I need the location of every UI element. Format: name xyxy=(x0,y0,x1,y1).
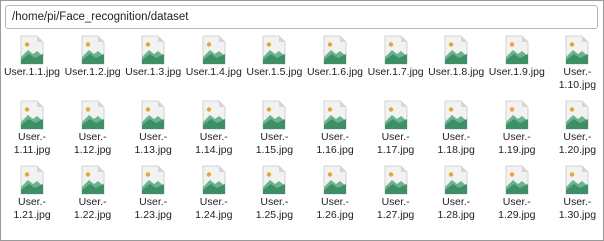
file-name-label: User.1.7.jpg xyxy=(367,66,424,78)
image-file-icon xyxy=(505,165,529,195)
image-file-icon xyxy=(565,165,589,195)
file-name-label: User.- 1.30.jpg xyxy=(558,196,597,221)
file-name-label: User.- 1.12.jpg xyxy=(73,131,112,156)
image-file-icon xyxy=(565,35,589,65)
file-name-label: User.1.9.jpg xyxy=(488,66,545,78)
file-item[interactable]: User.- 1.19.jpg xyxy=(487,100,547,157)
image-file-icon xyxy=(141,165,165,195)
file-item[interactable]: User.1.5.jpg xyxy=(244,35,304,79)
image-file-icon xyxy=(202,35,226,65)
file-item[interactable]: User.- 1.25.jpg xyxy=(244,165,304,222)
image-file-icon xyxy=(384,100,407,130)
file-icon-grid[interactable]: User.1.1.jpg User.1.2.jpg User.1.3.jpg User… xyxy=(1,35,601,239)
image-file-icon xyxy=(384,165,407,195)
file-name-label: User.- 1.25.jpg xyxy=(255,196,294,221)
file-name-label: User.- 1.11.jpg xyxy=(13,131,51,156)
file-name-label: User.1.3.jpg xyxy=(125,66,182,78)
file-item[interactable]: User.- 1.12.jpg xyxy=(63,100,123,157)
image-file-icon xyxy=(505,35,529,65)
image-file-icon xyxy=(262,100,286,130)
file-name-label: User.- 1.14.jpg xyxy=(195,131,233,156)
image-file-icon xyxy=(20,165,44,195)
file-item[interactable]: User.- 1.17.jpg xyxy=(366,100,426,157)
image-file-icon xyxy=(323,35,347,65)
file-item[interactable]: User.- 1.11.jpg xyxy=(2,100,62,157)
file-item[interactable]: User.- 1.10.jpg xyxy=(547,35,601,92)
image-file-icon xyxy=(323,165,347,195)
file-name-label: User.- 1.20.jpg xyxy=(558,131,597,156)
file-name-label: User.- 1.29.jpg xyxy=(498,196,536,221)
image-file-icon xyxy=(384,35,407,65)
file-name-label: User.- 1.27.jpg xyxy=(376,196,415,221)
file-item[interactable]: User.- 1.14.jpg xyxy=(184,100,244,157)
file-item[interactable]: User.1.8.jpg xyxy=(426,35,486,79)
file-item[interactable]: User.- 1.13.jpg xyxy=(123,100,183,157)
file-item[interactable]: User.1.4.jpg xyxy=(184,35,244,79)
file-item[interactable]: User.1.2.jpg xyxy=(63,35,123,79)
image-file-icon xyxy=(81,100,104,130)
file-item[interactable]: User.- 1.28.jpg xyxy=(426,165,486,222)
file-name-label: User.- 1.21.jpg xyxy=(13,196,51,221)
file-name-label: User.1.5.jpg xyxy=(246,66,303,78)
image-file-icon xyxy=(444,165,468,195)
file-item[interactable]: User.- 1.21.jpg xyxy=(2,165,62,222)
file-item[interactable]: User.1.1.jpg xyxy=(2,35,62,79)
file-item[interactable]: User.- 1.22.jpg xyxy=(63,165,123,222)
file-name-label: User.- 1.28.jpg xyxy=(437,196,475,221)
image-file-icon xyxy=(20,35,44,65)
file-name-label: User.- 1.19.jpg xyxy=(498,131,536,156)
file-name-label: User.- 1.16.jpg xyxy=(316,131,354,156)
vertical-scrollbar[interactable] xyxy=(599,34,602,239)
file-name-label: User.- 1.26.jpg xyxy=(316,196,354,221)
image-file-icon xyxy=(323,100,347,130)
file-name-label: User.- 1.23.jpg xyxy=(134,196,172,221)
file-item[interactable]: User.- 1.18.jpg xyxy=(426,100,486,157)
image-file-icon xyxy=(20,100,44,130)
image-file-icon xyxy=(262,35,286,65)
image-file-icon xyxy=(81,35,104,65)
file-name-label: User.- 1.13.jpg xyxy=(134,131,172,156)
file-item[interactable]: User.- 1.27.jpg xyxy=(366,165,426,222)
file-item[interactable]: User.- 1.26.jpg xyxy=(305,165,365,222)
file-name-label: User.- 1.17.jpg xyxy=(376,131,415,156)
file-item[interactable]: User.- 1.24.jpg xyxy=(184,165,244,222)
file-item[interactable]: User.- 1.30.jpg xyxy=(547,165,601,222)
image-file-icon xyxy=(81,165,104,195)
image-file-icon xyxy=(202,165,226,195)
file-item[interactable]: User.1.6.jpg xyxy=(305,35,365,79)
file-name-label: User.1.4.jpg xyxy=(185,66,242,78)
image-file-icon xyxy=(444,100,468,130)
file-name-label: User.- 1.22.jpg xyxy=(73,196,112,221)
image-file-icon xyxy=(202,100,226,130)
image-file-icon xyxy=(141,100,165,130)
file-item[interactable]: User.1.7.jpg xyxy=(366,35,426,79)
file-name-label: User.- 1.18.jpg xyxy=(437,131,475,156)
file-name-label: User.1.6.jpg xyxy=(306,66,364,78)
file-manager-window: /home/pi/Face_recognition/dataset User.1… xyxy=(0,0,604,241)
file-item[interactable]: User.- 1.20.jpg xyxy=(547,100,601,157)
file-name-label: User.1.8.jpg xyxy=(428,66,485,78)
image-file-icon xyxy=(141,35,165,65)
image-file-icon xyxy=(444,35,468,65)
file-name-label: User.- 1.24.jpg xyxy=(195,196,233,221)
file-name-label: User.1.1.jpg xyxy=(3,66,61,78)
file-name-label: User.1.2.jpg xyxy=(64,66,121,78)
location-path-field[interactable]: /home/pi/Face_recognition/dataset xyxy=(5,5,598,29)
file-item[interactable]: User.1.3.jpg xyxy=(123,35,183,79)
image-file-icon xyxy=(262,165,286,195)
file-item[interactable]: User.- 1.29.jpg xyxy=(487,165,547,222)
file-item[interactable]: User.- 1.23.jpg xyxy=(123,165,183,222)
file-item[interactable]: User.1.9.jpg xyxy=(487,35,547,79)
file-name-label: User.- 1.15.jpg xyxy=(255,131,294,156)
file-item[interactable]: User.- 1.16.jpg xyxy=(305,100,365,157)
image-file-icon xyxy=(505,100,529,130)
image-file-icon xyxy=(565,100,589,130)
file-item[interactable]: User.- 1.15.jpg xyxy=(244,100,304,157)
file-name-label: User.- 1.10.jpg xyxy=(558,66,597,91)
